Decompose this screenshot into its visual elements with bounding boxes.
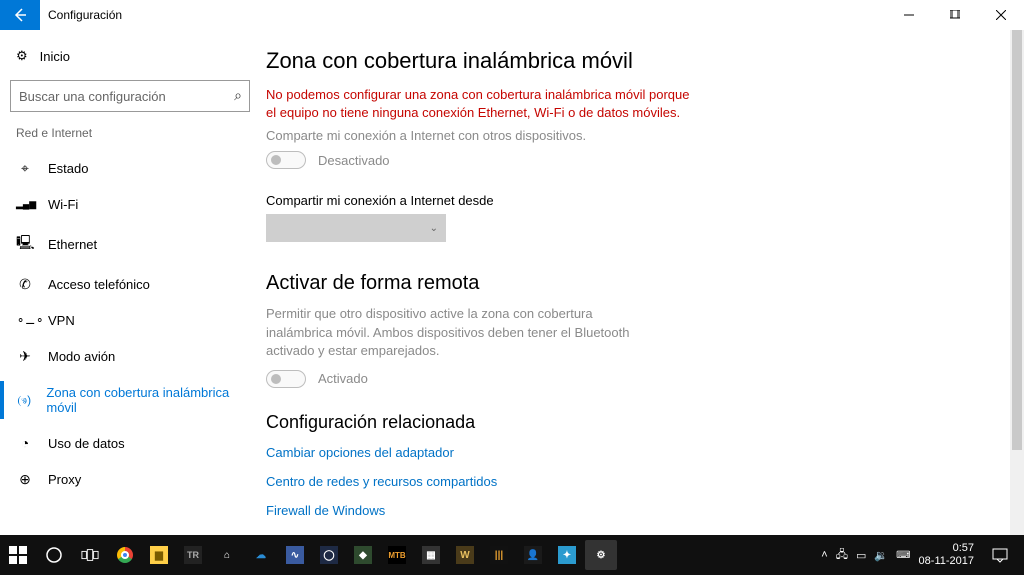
taskbar-app-generic3[interactable]: ◆ — [347, 540, 379, 570]
task-view-button[interactable] — [72, 535, 108, 575]
link-adapter-options[interactable]: Cambiar opciones del adaptador — [266, 445, 994, 460]
vpn-icon: ⚬⚊⚬ — [16, 314, 34, 327]
taskbar-app-settings[interactable]: ⚙ — [585, 540, 617, 570]
home-button[interactable]: ⚙ Inicio — [0, 40, 260, 72]
datausage-icon: ◔ — [16, 435, 34, 451]
sidebar-item-proxy[interactable]: ⊕ Proxy — [0, 461, 260, 498]
share-toggle[interactable] — [266, 151, 306, 169]
sidebar-item-datausage[interactable]: ◔ Uso de datos — [0, 425, 260, 461]
content-pane: Zona con cobertura inalámbrica móvil No … — [260, 30, 1024, 535]
start-button[interactable] — [0, 535, 36, 575]
maximize-button[interactable] — [932, 0, 978, 30]
close-button[interactable] — [978, 0, 1024, 30]
airplane-icon: ✈ — [16, 348, 34, 365]
tray-network-icon[interactable]: 🖧 — [836, 546, 848, 565]
proxy-icon: ⊕ — [16, 471, 34, 488]
sidebar-item-label: Proxy — [48, 472, 81, 487]
window-title: Configuración — [48, 8, 122, 22]
related-heading: Configuración relacionada — [266, 412, 994, 433]
sidebar: ⚙ Inicio ⌕ Red e Internet ⌖ Estado ▂▄▆ W… — [0, 30, 260, 535]
share-toggle-label: Desactivado — [318, 153, 390, 168]
scrollbar[interactable] — [1010, 30, 1024, 535]
status-icon: ⌖ — [16, 160, 34, 177]
taskbar-app-generic2[interactable]: ◯ — [313, 540, 345, 570]
sidebar-item-dialup[interactable]: ✆ Acceso telefónico — [0, 266, 260, 303]
link-firewall[interactable]: Firewall de Windows — [266, 503, 994, 518]
wifi-icon: ▂▄▆ — [16, 199, 34, 210]
remote-toggle-label: Activado — [318, 371, 368, 386]
sidebar-item-vpn[interactable]: ⚬⚊⚬ VPN — [0, 303, 260, 338]
share-from-label: Compartir mi conexión a Internet desde — [266, 193, 994, 208]
back-button[interactable] — [0, 0, 40, 30]
sidebar-item-label: Zona con cobertura inalámbrica móvil — [46, 385, 244, 415]
chevron-down-icon: ⌄ — [430, 223, 438, 234]
taskbar-app-store[interactable]: ⌂ — [211, 540, 243, 570]
remote-toggle[interactable] — [266, 370, 306, 388]
sidebar-item-label: Acceso telefónico — [48, 277, 150, 292]
link-network-center[interactable]: Centro de redes y recursos compartidos — [266, 474, 994, 489]
sidebar-item-label: Ethernet — [48, 237, 97, 252]
clock-date: 08-11-2017 — [919, 555, 974, 568]
remote-heading: Activar de forma remota — [266, 272, 994, 295]
sidebar-item-label: Uso de datos — [48, 436, 125, 451]
share-from-dropdown[interactable]: ⌄ — [266, 214, 446, 242]
taskbar-app-generic6[interactable]: 👤 — [517, 540, 549, 570]
gear-icon: ⚙ — [16, 48, 28, 64]
taskbar-app-chrome[interactable] — [109, 540, 141, 570]
search-input[interactable] — [10, 80, 250, 112]
minimize-button[interactable] — [886, 0, 932, 30]
share-description: Comparte mi conexión a Internet con otro… — [266, 128, 994, 143]
taskbar-app-mtb[interactable]: MTB — [381, 540, 413, 570]
cortana-button[interactable] — [36, 535, 72, 575]
tray-battery-icon[interactable]: ▭ — [856, 549, 866, 562]
remote-description: Permitir que otro dispositivo active la … — [266, 305, 646, 360]
sidebar-item-hotspot[interactable]: (ෳ) Zona con cobertura inalámbrica móvil — [0, 375, 260, 425]
taskbar-app-generic7[interactable]: ✦ — [551, 540, 583, 570]
category-label: Red e Internet — [0, 126, 260, 150]
phone-icon: ✆ — [16, 276, 34, 293]
scrollthumb[interactable] — [1012, 30, 1022, 450]
page-title: Zona con cobertura inalámbrica móvil — [266, 48, 994, 74]
titlebar: Configuración — [0, 0, 1024, 30]
sidebar-item-label: Estado — [48, 161, 88, 176]
taskbar-app-generic5[interactable]: ||| — [483, 540, 515, 570]
clock-time: 0:57 — [919, 542, 974, 555]
sidebar-item-label: Modo avión — [48, 349, 115, 364]
taskbar-clock[interactable]: 0:57 08-11-2017 — [919, 542, 974, 568]
sidebar-item-label: Wi-Fi — [48, 197, 78, 212]
taskbar-app-explorer[interactable]: ▆ — [143, 540, 175, 570]
action-center-button[interactable] — [982, 535, 1018, 575]
taskbar-app-wow[interactable]: W — [449, 540, 481, 570]
tray-language-icon[interactable]: ⌨ — [896, 550, 910, 561]
tray-volume-icon[interactable]: 🔉 — [874, 549, 888, 562]
home-label: Inicio — [40, 49, 70, 64]
sidebar-item-label: VPN — [48, 313, 75, 328]
taskbar-app-generic4[interactable]: ▦ — [415, 540, 447, 570]
sidebar-item-estado[interactable]: ⌖ Estado — [0, 150, 260, 187]
sidebar-item-airplane[interactable]: ✈ Modo avión — [0, 338, 260, 375]
error-message: No podemos configurar una zona con cober… — [266, 86, 696, 122]
search-icon: ⌕ — [234, 87, 242, 104]
sidebar-item-wifi[interactable]: ▂▄▆ Wi-Fi — [0, 187, 260, 222]
taskbar-app-tr[interactable]: TR — [177, 540, 209, 570]
sidebar-item-ethernet[interactable]: 🖳 Ethernet — [0, 222, 260, 266]
tray-overflow-icon[interactable]: ˄ — [821, 549, 827, 561]
taskbar-app-generic1[interactable]: ∿ — [279, 540, 311, 570]
hotspot-icon: (ෳ) — [16, 393, 32, 408]
taskbar-app-onedrive[interactable]: ☁ — [245, 540, 277, 570]
ethernet-icon: 🖳 — [16, 232, 34, 256]
taskbar: ▆ TR ⌂ ☁ ∿ ◯ ◆ MTB ▦ W ||| 👤 ✦ ⚙ ˄ 🖧 ▭ 🔉… — [0, 535, 1024, 575]
